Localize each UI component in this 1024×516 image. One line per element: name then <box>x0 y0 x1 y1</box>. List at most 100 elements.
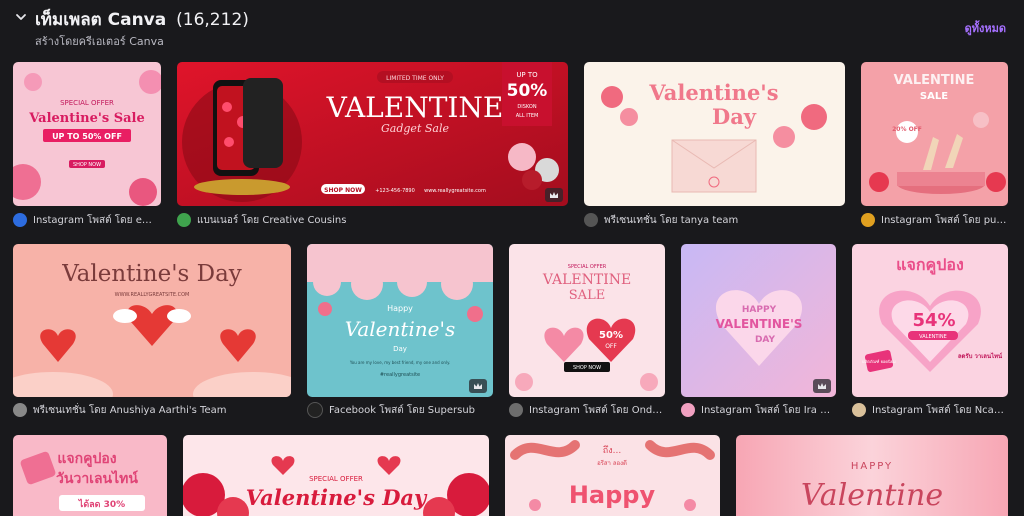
card-sub: Day <box>393 345 407 353</box>
section-title: เท็มเพลต Canva (16,212) <box>35 6 249 33</box>
template-thumbnail[interactable]: Happy Valentine's Day You are my love, m… <box>307 244 493 397</box>
template-preview: แจกคูปอง วันวาเลนไทน์ ได้ลด 30% <box>13 435 167 516</box>
caption-text: Instagram โพสต์ โดย puricreative <box>881 214 1008 226</box>
card-note: ลดรับ วาเลนไทน์ <box>958 352 1003 360</box>
card-cta: SHOP NOW <box>324 187 362 194</box>
template-card[interactable]: Valentine's Day พรีเซนเทชั่น โดย tanya t… <box>584 62 845 228</box>
templates-section: เท็มเพลต Canva (16,212) สร้างโดยครีเอเตอ… <box>0 0 1024 516</box>
template-preview: SPECIAL OFFER Valentine's Sale UP TO 50%… <box>13 62 161 206</box>
card-pct: 50% <box>599 330 623 341</box>
caption-text: Facebook โพสต์ โดย Supersub <box>329 404 476 416</box>
crown-icon <box>545 188 563 202</box>
card-kicker: SPECIAL OFFER <box>60 99 114 107</box>
template-card[interactable]: HAPPY VALENTINE'S DAY Instagram โพสต์ โด… <box>681 244 836 418</box>
template-card[interactable]: แจกคูปอง 54% VALENTINE ลดรับ วาเลนไทน์ ผ… <box>852 244 1008 418</box>
template-thumbnail[interactable]: HAPPY VALENTINE'S DAY <box>681 244 836 397</box>
card-badge: UP TO 50% OFF <box>52 132 122 141</box>
caption-text: พรีเซนเทชั่น โดย Anushiya Aarthi's Team <box>33 404 227 416</box>
template-preview: แจกคูปอง 54% VALENTINE ลดรับ วาเลนไทน์ ผ… <box>852 244 1008 397</box>
template-card[interactable]: Valentine's Day WWW.REALLYGREATSITE.COM … <box>13 244 291 418</box>
template-thumbnail[interactable]: SPECIAL OFFER VALENTINE SALE 50% OFF SHO… <box>509 244 665 397</box>
template-thumbnail[interactable]: VALENTINE SALE 20% OFF <box>861 62 1008 206</box>
caption-text: Instagram โพสต์ โดย emre the c... <box>33 214 161 226</box>
card-title: Valentine's <box>345 317 456 341</box>
card-pct-sub: VALENTINE <box>919 334 947 340</box>
template-thumbnail[interactable]: ถึง... อรีสา ลองดี Happy <box>505 435 720 516</box>
card-site: www.reallygreatsite.com <box>424 188 486 194</box>
card-cta: SHOP NOW <box>73 162 101 168</box>
card-site: WWW.REALLYGREATSITE.COM <box>115 292 190 298</box>
card-upto: UP TO <box>516 71 538 79</box>
template-preview: Happy Valentine's Day You are my love, m… <box>307 244 493 397</box>
template-thumbnail[interactable]: Valentine's Day WWW.REALLYGREATSITE.COM <box>13 244 291 397</box>
template-thumbnail[interactable]: แจกคูปอง 54% VALENTINE ลดรับ วาเลนไทน์ ผ… <box>852 244 1008 397</box>
card-phone: +123-456-7890 <box>375 188 415 194</box>
card-kicker: ถึง... <box>603 445 621 456</box>
card-pct-sub: DISKON <box>517 104 536 110</box>
avatar <box>13 213 27 227</box>
template-preview: VALENTINE SALE 20% OFF <box>861 62 1008 206</box>
card-title-2: วันวาเลนไทน์ <box>56 469 138 487</box>
template-thumbnail[interactable]: LIMITED TIME ONLY VALENTINE Gadget Sale … <box>177 62 568 206</box>
caption-text: Instagram โพสต์ โดย Ira Grace <box>701 404 836 416</box>
card-kicker: LIMITED TIME ONLY <box>386 75 444 82</box>
template-card[interactable]: SPECIAL OFFER Valentine's Day <box>183 435 489 516</box>
card-title: Valentine's <box>648 80 778 105</box>
crown-icon <box>469 379 487 393</box>
card-note: ได้ลด 30% <box>78 498 125 510</box>
crown-icon <box>813 379 831 393</box>
template-count: (16,212) <box>176 10 249 30</box>
template-caption: Instagram โพสต์ โดย Ncamew <box>852 402 1008 418</box>
card-title: HAPPY <box>742 305 777 315</box>
avatar <box>177 213 191 227</box>
template-preview: HAPPY VALENTINE'S DAY <box>681 244 836 397</box>
card-sub: SALE <box>569 288 605 303</box>
template-caption: Instagram โพสต์ โดย Ira Grace <box>681 402 836 418</box>
card-title: แจกคูปอง <box>896 255 964 276</box>
card-kicker-2: อรีสา ลองดี <box>597 459 627 467</box>
template-card[interactable]: HAPPY Valentine <box>736 435 1008 516</box>
template-thumbnail[interactable]: SPECIAL OFFER Valentine's Sale UP TO 50%… <box>13 62 161 206</box>
card-title: VALENTINE <box>894 73 975 88</box>
card-title-2: VALENTINE'S <box>716 317 803 331</box>
template-caption: Instagram โพสต์ โดย Ondo Studios <box>509 402 665 418</box>
card-script: Gadget Sale <box>381 122 449 135</box>
template-card[interactable]: SPECIAL OFFER VALENTINE SALE 50% OFF SHO… <box>509 244 665 418</box>
card-kicker: SPECIAL OFFER <box>309 475 363 483</box>
caption-text: Instagram โพสต์ โดย Ncamew <box>872 404 1008 416</box>
template-preview: ถึง... อรีสา ลองดี Happy <box>505 435 720 516</box>
section-header: เท็มเพลต Canva (16,212) สร้างโดยครีเอเตอ… <box>0 0 1024 56</box>
section-subtitle: สร้างโดยครีเอเตอร์ Canva <box>35 35 164 48</box>
card-tag: ผลิตภัณฑ์ ยอดนิยม <box>862 359 896 364</box>
caption-text: Instagram โพสต์ โดย Ondo Studios <box>529 404 665 416</box>
template-thumbnail[interactable]: HAPPY Valentine <box>736 435 1008 516</box>
card-title: VALENTINE <box>542 272 631 288</box>
template-caption: แบนเนอร์ โดย Creative Cousins <box>177 212 568 228</box>
template-thumbnail[interactable]: SPECIAL OFFER Valentine's Day <box>183 435 489 516</box>
template-preview: HAPPY Valentine <box>736 435 1008 516</box>
template-card[interactable]: SPECIAL OFFER Valentine's Sale UP TO 50%… <box>13 62 161 228</box>
card-title: Valentine's Day <box>246 485 428 510</box>
template-card[interactable]: แจกคูปอง วันวาเลนไทน์ ได้ลด 30% <box>13 435 167 516</box>
card-pct-sub2: ALL ITEM <box>516 113 539 119</box>
template-card[interactable]: VALENTINE SALE 20% OFF Instagram โพสต์ โ… <box>861 62 1008 228</box>
card-title-3: DAY <box>755 335 776 345</box>
card-title: VALENTINE <box>326 91 504 124</box>
template-card[interactable]: ถึง... อรีสา ลองดี Happy <box>505 435 720 516</box>
caption-text: พรีเซนเทชั่น โดย tanya team <box>604 214 739 226</box>
chevron-down-icon[interactable] <box>13 9 29 25</box>
template-caption: Instagram โพสต์ โดย emre the c... <box>13 212 161 228</box>
template-preview: Valentine's Day <box>584 62 845 206</box>
template-thumbnail[interactable]: Valentine's Day <box>584 62 845 206</box>
template-preview: Valentine's Day WWW.REALLYGREATSITE.COM <box>13 244 291 397</box>
template-thumbnail[interactable]: แจกคูปอง วันวาเลนไทน์ ได้ลด 30% <box>13 435 167 516</box>
card-body: You are my love, my best friend, my one … <box>349 360 450 365</box>
template-card[interactable]: Happy Valentine's Day You are my love, m… <box>307 244 493 418</box>
template-card[interactable]: LIMITED TIME ONLY VALENTINE Gadget Sale … <box>177 62 568 228</box>
see-all-link[interactable]: ดูทั้งหมด <box>965 19 1006 37</box>
avatar <box>13 403 27 417</box>
avatar <box>584 213 598 227</box>
card-title: Valentine's Sale <box>28 111 145 126</box>
card-title: Valentine <box>801 478 943 513</box>
card-kicker: Happy <box>387 304 413 313</box>
